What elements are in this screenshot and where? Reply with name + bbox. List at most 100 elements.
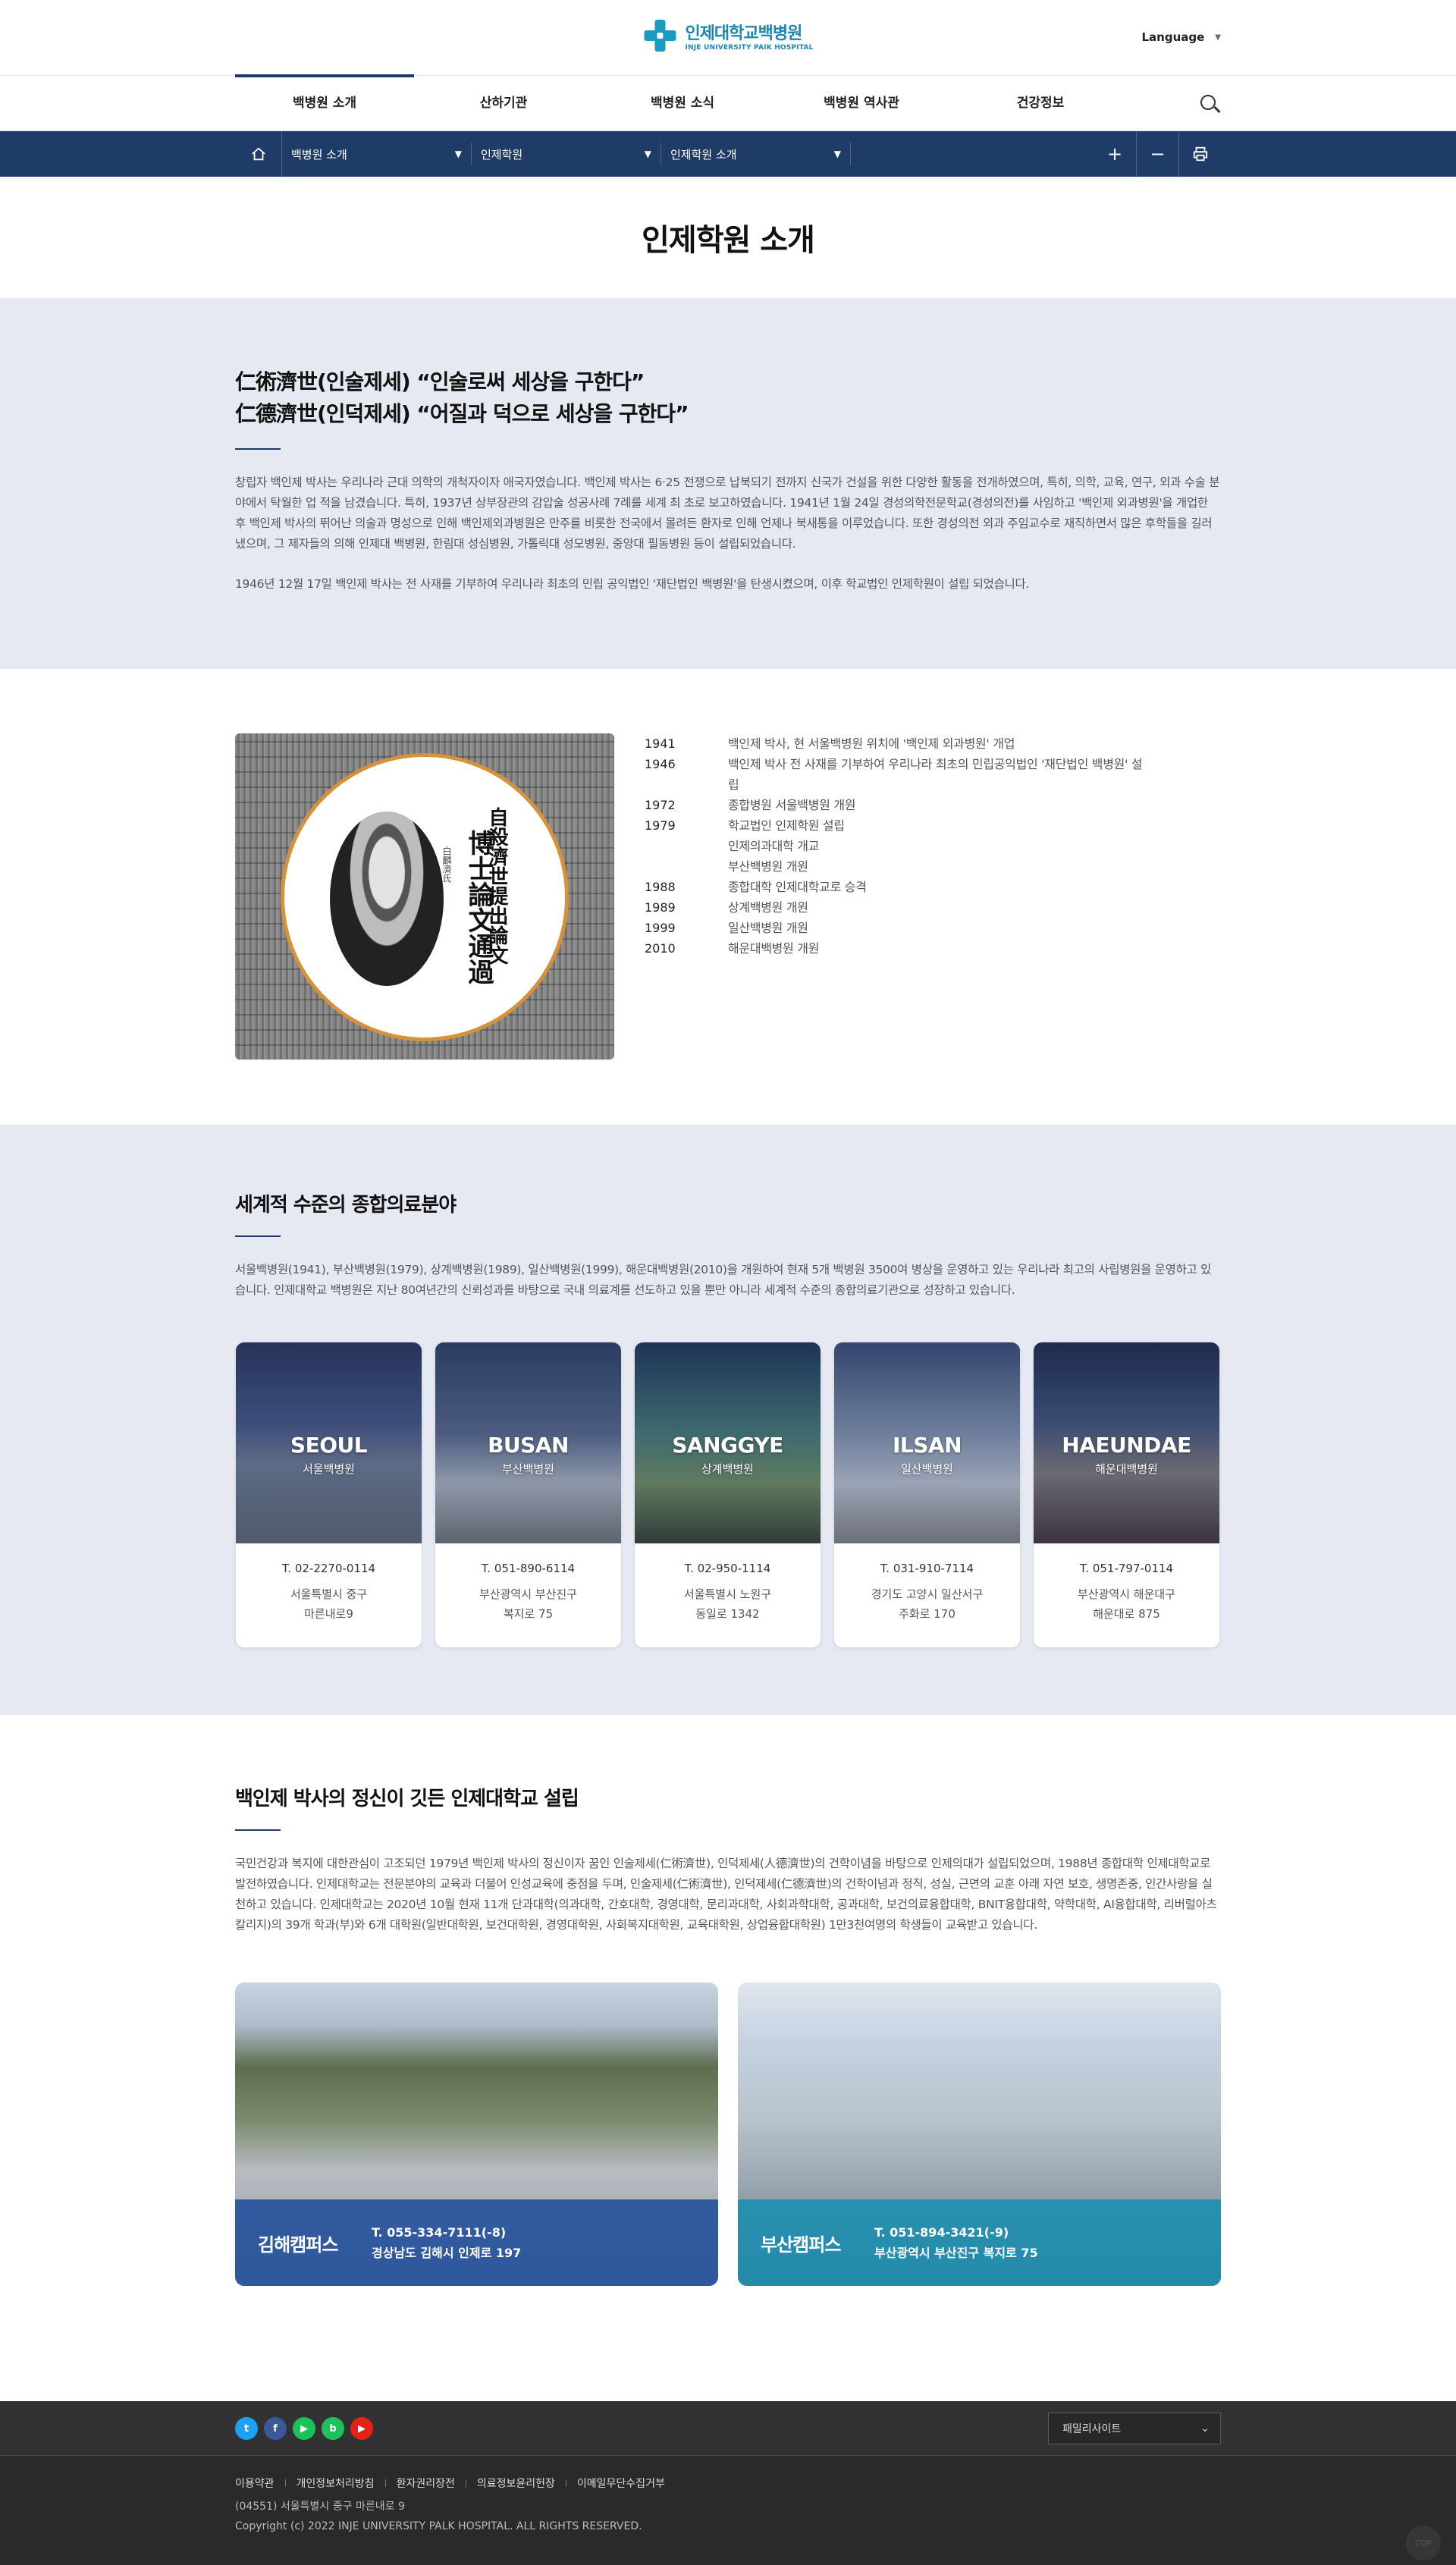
twitter-icon[interactable]: t [235,2417,258,2440]
hospital-name-en: ILSAN [892,1432,962,1458]
hospital-name-en: HAEUNDAE [1062,1432,1191,1458]
hospital-info: T. 031-910-7114 경기도 고양시 일산서구 주화로 170 [834,1543,1020,1624]
hospital-name-en: SEOUL [290,1432,368,1458]
search-icon[interactable] [1198,93,1221,115]
footer-address: (04551) 서울특별시 중구 마른내로 9 [235,2501,405,2513]
campus-name: 부산캠퍼스 [761,2234,841,2256]
footer-link-terms[interactable]: 이용약관 [235,2476,275,2491]
timeline-year: 1999 [645,921,676,935]
hospital-name-ko: 부산백병원 [501,1461,554,1476]
hospital-address: 경기도 고양시 일산서구 주화로 170 [871,1587,984,1621]
hospital-card-seoul[interactable]: SEOUL 서울백병원 T. 02-2270-0114 서울특별시 중구 마른내로… [235,1342,422,1648]
hospital-info: T. 02-950-1114 서울특별시 노원구 동일로 1342 [635,1543,821,1624]
family-site-label: 패밀리사이트 [1062,2423,1122,2435]
hospital-address: 서울특별시 노원구 동일로 1342 [683,1587,772,1621]
timeline-year: 1979 [645,818,676,833]
hospital-card-busan[interactable]: BUSAN 부산백병원 T. 051-890-6114 부산광역시 부산진구 복지… [435,1342,622,1648]
divider [235,448,281,450]
logo[interactable]: 인제대학교백병원 INJE UNIVERSITY PAIK HOSPITAL [642,18,813,53]
breadcrumb: 백병원 소개 ▼ 인제학원 ▼ 인제학원 소개 ▼ + − [0,131,1456,177]
hospitals-section: 세계적 수준의 종합의료분야 서울백병원(1941), 부산백병원(1979),… [0,1125,1456,1715]
timeline-year [645,836,728,856]
logo-text: 인제대학교백병원 INJE UNIVERSITY PAIK HOSPITAL [685,20,813,52]
section-description: 서울백병원(1941), 부산백병원(1979), 상계백병원(1989), 일… [235,1263,1212,1297]
youtube-icon[interactable]: ▶ [350,2417,373,2440]
timeline-row: 1989 상계백병원 개원 [645,897,1153,918]
scroll-top-button[interactable]: TOP [1406,2526,1441,2560]
page-title-section: 인제학원 소개 [0,177,1456,298]
chevron-down-icon: ▼ [454,149,462,159]
campus-card-busan[interactable]: 부산캠퍼스 T. 051-894-3421(-9) 부산광역시 부산진구 복지로… [738,1983,1221,2286]
footer-link-privacy[interactable]: 개인정보처리방침 [275,2476,375,2491]
hospital-card-sanggye[interactable]: SANGGYE 상계백병원 T. 02-950-1114 서울특별시 노원구 동일… [634,1342,821,1648]
hospital-card-ilsan[interactable]: ILSAN 일산백병원 T. 031-910-7114 경기도 고양시 일산서구… [833,1342,1021,1648]
home-icon[interactable] [235,131,282,177]
breadcrumb-select-2[interactable]: 인제학원 ▼ [472,143,661,165]
hospital-cards: SEOUL 서울백병원 T. 02-2270-0114 서울특별시 중구 마른내로… [235,1342,1221,1648]
gnb-item-affiliates[interactable]: 산하기관 [414,76,593,131]
timeline-row: 인제의과대학 개교 [645,836,1153,856]
gnb-item-news[interactable]: 백병원 소식 [593,76,772,131]
footer-links: 이용약관 개인정보처리방침 환자권리장전 의료정보윤리헌장 이메일무단수집거부 [235,2476,1221,2491]
hospital-address: 서울특별시 중구 마른내로9 [290,1587,368,1621]
zoom-out-button[interactable]: − [1136,131,1178,177]
timeline: 1941 백인제 박사, 현 서울백병원 위치에 '백인제 외과병원' 개업 19… [645,733,1153,1060]
hospital-photo: HAEUNDAE 해운대백병원 [1034,1342,1219,1543]
footer-link-email-refusal[interactable]: 이메일무단수집거부 [555,2476,665,2491]
breadcrumb-label: 인제학원 소개 [670,147,737,162]
campus-phone: T. 051-894-3421(-9) [874,2225,1009,2240]
caption-text: 白麟濟氏 [441,846,452,883]
breadcrumb-select-3[interactable]: 인제학원 소개 ▼ [661,143,851,165]
timeline-text: 일산백병원 개원 [728,921,808,935]
zoom-in-button[interactable]: + [1094,131,1136,177]
language-label: Language [1141,30,1205,44]
top-bar: 인제대학교백병원 INJE UNIVERSITY PAIK HOSPITAL L… [0,0,1456,76]
print-icon[interactable] [1178,131,1221,177]
page-tools: + − [1094,131,1221,177]
hospital-photo: SANGGYE 상계백병원 [635,1342,821,1543]
page-title: 인제학원 소개 [642,223,815,258]
hospital-phone: T. 02-950-1114 [684,1562,771,1575]
hospital-name-ko: 서울백병원 [302,1461,355,1476]
gnb-item-about[interactable]: 백병원 소개 [235,74,414,131]
footer-link-patient-rights[interactable]: 환자권리장전 [375,2476,455,2491]
hospital-name-en: BUSAN [488,1432,569,1458]
blog-icon[interactable]: b [322,2417,344,2440]
gnb-item-history-hall[interactable]: 백병원 역사관 [772,76,951,131]
campus-phone: T. 055-334-7111(-8) [372,2225,507,2240]
breadcrumb-select-1[interactable]: 백병원 소개 ▼ [282,143,472,165]
timeline-text: 학교법인 인제학원 설립 [728,818,845,833]
newspaper-image: 自殺濟世提出論文 博士論文通過 白麟濟氏 [235,733,614,1060]
hospital-address: 부산광역시 해운대구 해운대로 875 [1078,1587,1175,1621]
timeline-row: 2010 해운대백병원 개원 [645,938,1153,959]
timeline-row: 1941 백인제 박사, 현 서울백병원 위치에 '백인제 외과병원' 개업 [645,733,1153,754]
timeline-year: 1941 [645,736,676,751]
facebook-icon[interactable]: f [264,2417,287,2440]
hospital-info: T. 051-890-6114 부산광역시 부산진구 복지로 75 [435,1543,621,1624]
timeline-text: 백인제 박사 전 사재를 기부하여 우리나라 최초의 민립공익법인 '재단법인 … [728,757,1143,792]
naver-tv-icon[interactable]: ▶ [293,2417,315,2440]
timeline-row: 1979 학교법인 인제학원 설립 [645,815,1153,836]
hospital-card-haeundae[interactable]: HAEUNDAE 해운대백병원 T. 051-797-0114 부산광역시 해운… [1033,1342,1220,1648]
footer-link-ethics[interactable]: 의료정보윤리헌장 [455,2476,555,2491]
gnb-item-health-info[interactable]: 건강정보 [951,76,1130,131]
timeline-text: 백인제 박사, 현 서울백병원 위치에 '백인제 외과병원' 개업 [728,736,1015,751]
hospital-address: 부산광역시 부산진구 복지로 75 [479,1587,577,1621]
hospital-info: T. 051-797-0114 부산광역시 해운대구 해운대로 875 [1034,1543,1219,1624]
motto-1: 仁術濟世(인술제세) “인술로써 세상을 구한다” [235,369,645,394]
section-title: 세계적 수준의 종합의료분야 [235,1194,457,1217]
campus-card-gimhae[interactable]: 김해캠퍼스 T. 055-334-7111(-8) 경상남도 김해시 인제로 1… [235,1983,718,2286]
language-selector[interactable]: Language ▼ [1141,30,1221,44]
cross-logo-icon [642,18,677,53]
hospital-info: T. 02-2270-0114 서울특별시 중구 마른내로9 [236,1543,422,1624]
timeline-year: 1988 [645,880,676,894]
footer-copyright: Copyright (c) 2022 INJE UNIVERSITY PALK … [235,2520,642,2532]
timeline-text: 부산백병원 개원 [728,859,808,874]
timeline-text: 종합대학 인제대학교로 승격 [728,880,867,894]
chevron-down-icon: ▼ [833,149,841,159]
campus-name: 김해캠퍼스 [258,2234,338,2256]
footer-bottom: 이용약관 개인정보처리방침 환자권리장전 의료정보윤리헌장 이메일무단수집거부 … [0,2456,1456,2565]
campus-contact: T. 055-334-7111(-8) 경상남도 김해시 인제로 197 [372,2222,521,2263]
timeline-row: 1988 종합대학 인제대학교로 승격 [645,877,1153,897]
family-site-select[interactable]: 패밀리사이트 ⌄ [1048,2413,1221,2444]
